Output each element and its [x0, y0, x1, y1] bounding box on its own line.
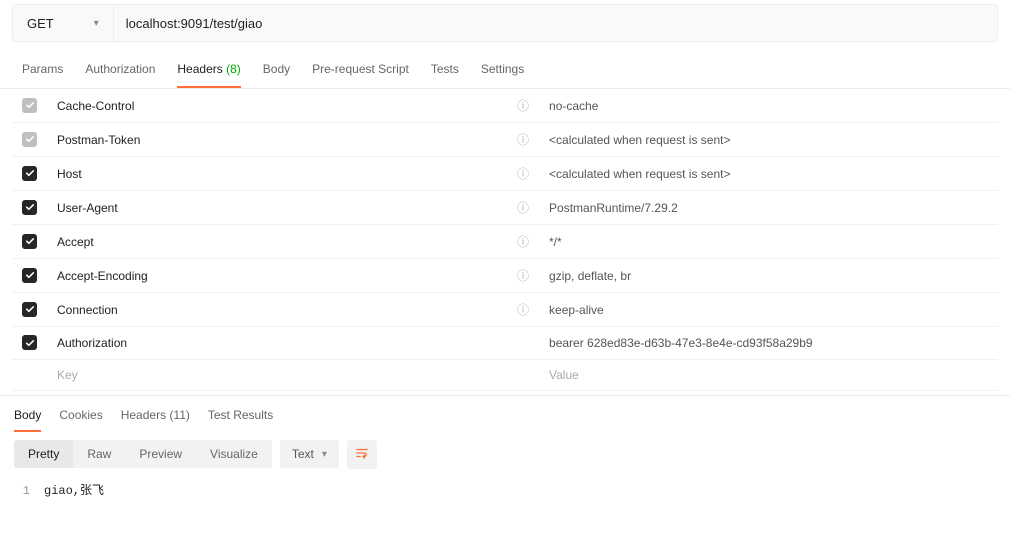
response-tabs: Body Cookies Headers (11) Test Results	[0, 395, 1010, 432]
method-label: GET	[27, 16, 54, 31]
header-value[interactable]: <calculated when request is sent>	[539, 157, 998, 191]
info-icon[interactable]: ⓘ	[517, 99, 529, 113]
header-key[interactable]: Accept-Encoding	[47, 259, 507, 293]
table-row[interactable]: Connection ⓘ keep-alive	[12, 293, 998, 327]
table-row[interactable]: Host ⓘ <calculated when request is sent>	[12, 157, 998, 191]
checkbox[interactable]	[22, 132, 37, 147]
tab-headers[interactable]: Headers (8)	[177, 62, 240, 88]
header-key[interactable]: Accept	[47, 225, 507, 259]
checkbox[interactable]	[22, 200, 37, 215]
header-value[interactable]: */*	[539, 225, 998, 259]
value-placeholder[interactable]: Value	[539, 359, 998, 390]
request-bar: GET ▾ localhost:9091/test/giao	[12, 4, 998, 42]
table-row[interactable]: Accept ⓘ */*	[12, 225, 998, 259]
response-line: 1 giao,张飞	[14, 481, 996, 498]
response-toolbar: Pretty Raw Preview Visualize Text ▾	[0, 432, 1010, 477]
table-row[interactable]: Cache-Control ⓘ no-cache	[12, 89, 998, 123]
headers-table: Cache-Control ⓘ no-cache Postman-Token ⓘ <cal…	[12, 89, 998, 391]
view-mode-segment: Pretty Raw Preview Visualize	[14, 440, 272, 468]
line-text: giao,张飞	[44, 481, 104, 498]
rtab-cookies[interactable]: Cookies	[59, 408, 102, 432]
header-value[interactable]: <calculated when request is sent>	[539, 123, 998, 157]
format-label: Text	[292, 447, 314, 461]
checkbox[interactable]	[22, 335, 37, 350]
tab-params[interactable]: Params	[22, 62, 63, 88]
header-key[interactable]: Postman-Token	[47, 123, 507, 157]
view-visualize-button[interactable]: Visualize	[196, 440, 272, 468]
header-value[interactable]: gzip, deflate, br	[539, 259, 998, 293]
header-key[interactable]: Host	[47, 157, 507, 191]
header-key[interactable]: Authorization	[47, 327, 507, 360]
checkbox[interactable]	[22, 302, 37, 317]
rtab-test-results[interactable]: Test Results	[208, 408, 273, 432]
checkbox[interactable]	[22, 98, 37, 113]
format-dropdown[interactable]: Text ▾	[280, 440, 339, 468]
header-key[interactable]: Connection	[47, 293, 507, 327]
chevron-down-icon: ▾	[322, 449, 327, 460]
header-key[interactable]: Cache-Control	[47, 89, 507, 123]
key-placeholder[interactable]: Key	[47, 359, 507, 390]
tab-headers-count: (8)	[226, 62, 241, 76]
tab-prerequest[interactable]: Pre-request Script	[312, 62, 409, 88]
rtab-body[interactable]: Body	[14, 408, 41, 432]
rtab-headers-count: (11)	[169, 408, 189, 422]
method-dropdown[interactable]: GET ▾	[13, 5, 114, 41]
url-text: localhost:9091/test/giao	[126, 16, 263, 31]
rtab-headers-label: Headers	[121, 408, 166, 422]
view-pretty-button[interactable]: Pretty	[14, 440, 73, 468]
info-icon[interactable]: ⓘ	[517, 167, 529, 181]
checkbox[interactable]	[22, 234, 37, 249]
tab-body[interactable]: Body	[263, 62, 290, 88]
info-icon[interactable]: ⓘ	[517, 235, 529, 249]
url-input[interactable]: localhost:9091/test/giao	[114, 5, 997, 41]
tab-headers-label: Headers	[177, 62, 222, 76]
tab-authorization[interactable]: Authorization	[85, 62, 155, 88]
info-icon[interactable]: ⓘ	[517, 269, 529, 283]
info-icon[interactable]: ⓘ	[517, 201, 529, 215]
request-tabs: Params Authorization Headers (8) Body Pr…	[0, 50, 1010, 89]
view-raw-button[interactable]: Raw	[73, 440, 125, 468]
header-key[interactable]: User-Agent	[47, 191, 507, 225]
tab-tests[interactable]: Tests	[431, 62, 459, 88]
rtab-headers[interactable]: Headers (11)	[121, 408, 190, 432]
header-value[interactable]: bearer 628ed83e-d63b-47e3-8e4e-cd93f58a2…	[539, 327, 998, 360]
wrap-lines-button[interactable]	[347, 440, 377, 469]
header-value[interactable]: keep-alive	[539, 293, 998, 327]
info-icon[interactable]: ⓘ	[517, 133, 529, 147]
line-number: 1	[14, 484, 30, 498]
wrap-icon	[355, 446, 369, 460]
chevron-down-icon: ▾	[94, 18, 99, 29]
header-value[interactable]: no-cache	[539, 89, 998, 123]
tab-settings[interactable]: Settings	[481, 62, 524, 88]
table-row[interactable]: Authorization bearer 628ed83e-d63b-47e3-8…	[12, 327, 998, 360]
table-row[interactable]: Postman-Token ⓘ <calculated when request i…	[12, 123, 998, 157]
view-preview-button[interactable]: Preview	[125, 440, 196, 468]
table-row[interactable]: Accept-Encoding ⓘ gzip, deflate, br	[12, 259, 998, 293]
response-body-viewer[interactable]: 1 giao,张飞	[0, 477, 1010, 502]
header-value[interactable]: PostmanRuntime/7.29.2	[539, 191, 998, 225]
headers-new-row[interactable]: Key Value	[12, 359, 998, 390]
checkbox[interactable]	[22, 268, 37, 283]
checkbox[interactable]	[22, 166, 37, 181]
table-row[interactable]: User-Agent ⓘ PostmanRuntime/7.29.2	[12, 191, 998, 225]
info-icon[interactable]: ⓘ	[517, 303, 529, 317]
